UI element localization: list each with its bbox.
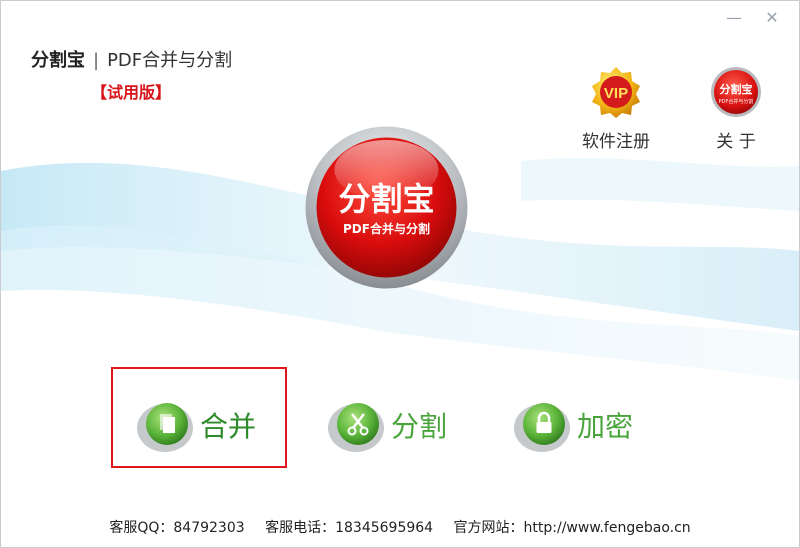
support-qq: 客服QQ：84792303 bbox=[109, 520, 245, 536]
logo-title: 分割宝 bbox=[338, 180, 434, 218]
about-label: 关 于 bbox=[716, 132, 756, 152]
app-window: — ✕ 分割宝 | PDF合并与分割 【试用版】 VIP 软件注册 分割宝 PD… bbox=[0, 0, 800, 548]
split-label: 分割 bbox=[391, 410, 448, 443]
footer: 客服QQ：84792303 客服电话：18345695964 官方网站：http… bbox=[1, 517, 799, 537]
app-logo: 分割宝 PDF合并与分割 bbox=[305, 126, 468, 289]
title-separator: | bbox=[93, 50, 100, 71]
vip-badge-icon: VIP bbox=[592, 67, 640, 118]
about-button[interactable]: 分割宝 PDF合并与分割 关 于 bbox=[691, 65, 781, 152]
register-label: 软件注册 bbox=[582, 132, 650, 152]
logo-subtitle: PDF合并与分割 bbox=[343, 221, 430, 236]
svg-text:PDF合并与分割: PDF合并与分割 bbox=[719, 98, 754, 105]
brand-name: 分割宝 bbox=[31, 50, 85, 71]
svg-text:VIP: VIP bbox=[604, 85, 628, 102]
minimize-button[interactable]: — bbox=[723, 7, 745, 29]
support-phone: 客服电话：18345695964 bbox=[265, 520, 434, 536]
app-subtitle: PDF合并与分割 bbox=[107, 50, 233, 71]
scissors-icon bbox=[328, 403, 384, 452]
app-logo-icon: 分割宝 PDF合并与分割 bbox=[711, 67, 761, 117]
app-title: 分割宝 | PDF合并与分割 bbox=[31, 46, 232, 72]
encrypt-label: 加密 bbox=[577, 410, 634, 443]
register-button[interactable]: VIP 软件注册 bbox=[571, 65, 661, 152]
selection-highlight bbox=[111, 367, 287, 468]
split-button[interactable]: 分割 bbox=[327, 396, 447, 454]
official-website: 官方网站：http://www.fengebao.cn bbox=[453, 520, 691, 536]
edition-label: 【试用版】 bbox=[91, 83, 172, 102]
close-button[interactable]: ✕ bbox=[761, 7, 783, 29]
encrypt-button[interactable]: 加密 bbox=[513, 396, 633, 454]
svg-text:分割宝: 分割宝 bbox=[720, 82, 753, 96]
lock-icon bbox=[514, 403, 570, 452]
